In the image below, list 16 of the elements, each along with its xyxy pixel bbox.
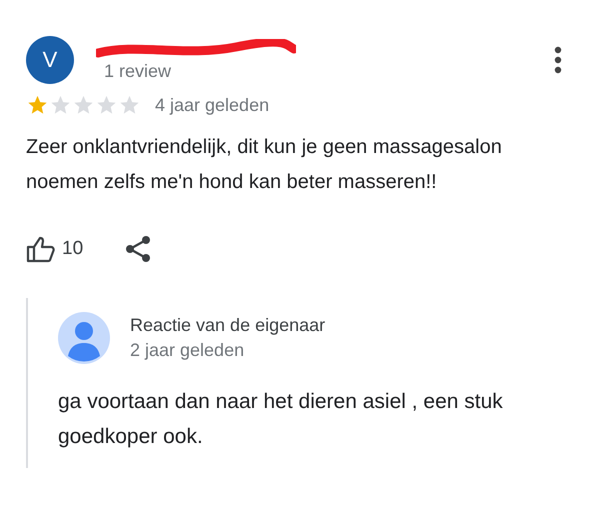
review-count: 1 review [104,60,172,82]
user-avatar: V [26,36,74,84]
star-icon [118,94,141,116]
like-button[interactable]: 10 [26,235,84,263]
star-icon [95,94,118,116]
more-options-icon[interactable] [554,46,562,74]
reply-text: ga voortaan dan naar het dieren asiel , een stuk goedkoper ook. [58,389,504,450]
star-icon [26,94,49,116]
owner-avatar-icon [58,312,110,364]
reply-time: 2 jaar geleden [130,340,246,361]
thumbs-up-icon [26,235,56,263]
review-text: Zeer onklantvriendelijk, dit kun je geen massagesalon noemen zelfs me'n hond kan beter masseren!! [26,135,503,195]
star-icon [72,94,95,116]
reply-author: Reactie van de eigenaar [130,315,326,336]
review-time: 4 jaar geleden [155,94,270,116]
star-icon [49,94,72,116]
